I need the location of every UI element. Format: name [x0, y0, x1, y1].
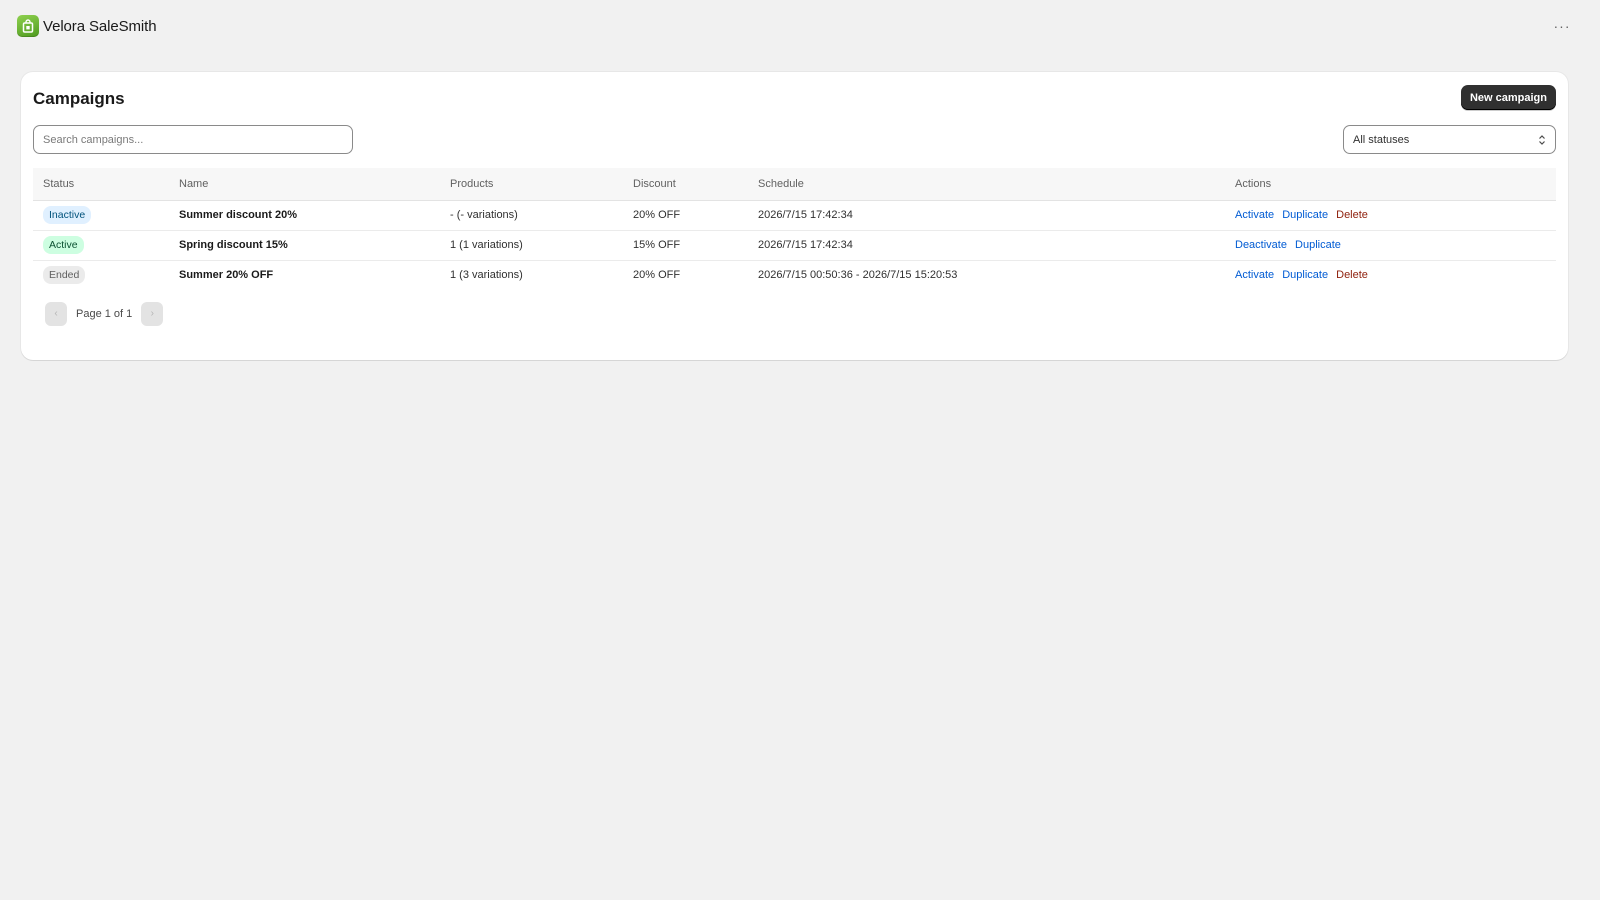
discount-cell: 15% OFF	[623, 230, 748, 261]
top-bar: Velora SaleSmith ···	[0, 0, 1600, 52]
actions-cell: Activate Duplicate Delete	[1225, 260, 1556, 290]
duplicate-link[interactable]: Duplicate	[1295, 239, 1341, 251]
page-title: Campaigns	[33, 89, 125, 108]
table-row: Inactive Summer discount 20% - (- variat…	[33, 200, 1556, 231]
more-horizontal-icon[interactable]: ···	[1550, 16, 1574, 36]
campaign-name: Summer 20% OFF	[179, 269, 274, 282]
campaign-name: Spring discount 15%	[169, 230, 440, 261]
table-header-row: Status Name Products Discount Schedule A…	[33, 168, 1556, 201]
status-filter-value: All statuses	[1353, 133, 1410, 146]
chevron-right-icon[interactable]: ›	[141, 301, 164, 326]
table-row: Active Spring discount 15% 1 (1 variatio…	[33, 230, 1556, 261]
header-status: Status	[33, 168, 169, 201]
header-discount: Discount	[623, 168, 748, 201]
activate-link[interactable]: Activate	[1235, 269, 1274, 281]
header-schedule: Schedule	[748, 168, 1225, 201]
app-title: Velora SaleSmith	[43, 17, 157, 35]
schedule-cell: 2026/7/15 17:42:34	[748, 200, 1225, 231]
discount-cell: 20% OFF	[633, 269, 681, 282]
search-input[interactable]	[33, 125, 353, 154]
campaigns-table: Status Name Products Discount Schedule A…	[33, 168, 1556, 290]
campaigns-card: Campaigns New campaign All statuses Stat…	[21, 72, 1568, 360]
duplicate-link[interactable]: Duplicate	[1282, 269, 1328, 281]
delete-link[interactable]: Delete	[1336, 209, 1368, 221]
status-badge: Active	[43, 236, 84, 254]
schedule-cell: 2026/7/15 00:50:36 - 2026/7/15 15:20:53	[758, 269, 958, 282]
campaign-name: Summer discount 20%	[169, 200, 440, 231]
products-cell: 1 (1 variations)	[440, 230, 623, 261]
discount-cell: 20% OFF	[623, 200, 748, 231]
products-cell: - (- variations)	[440, 200, 623, 231]
table-row: Ended Summer 20% OFF 1 (3 variations) 20…	[33, 260, 1556, 290]
chevron-left-icon[interactable]: ‹	[45, 301, 67, 326]
select-chevron-icon	[1538, 134, 1546, 146]
page-indicator: Page 1 of 1	[76, 307, 133, 320]
status-cell: Inactive	[33, 200, 169, 231]
status-cell: Ended	[33, 260, 169, 290]
status-filter-select[interactable]: All statuses	[1343, 125, 1556, 154]
new-campaign-button[interactable]: New campaign	[1460, 85, 1556, 110]
header-actions: Actions	[1225, 168, 1556, 201]
status-badge: Inactive	[43, 206, 92, 224]
actions-cell: Activate Duplicate Delete	[1225, 200, 1556, 231]
duplicate-link[interactable]: Duplicate	[1282, 209, 1328, 221]
actions-cell: Deactivate Duplicate	[1225, 230, 1556, 261]
products-cell: 1 (3 variations)	[450, 269, 523, 282]
header-name: Name	[169, 168, 440, 201]
deactivate-link[interactable]: Deactivate	[1235, 239, 1287, 251]
delete-link[interactable]: Delete	[1336, 269, 1368, 281]
pagination: ‹ Page 1 of 1 ›	[45, 301, 164, 326]
shopping-bag-icon	[17, 15, 39, 37]
activate-link[interactable]: Activate	[1235, 209, 1274, 221]
header-products: Products	[440, 168, 623, 201]
status-cell: Active	[33, 230, 169, 261]
status-badge: Ended	[43, 266, 86, 285]
schedule-cell: 2026/7/15 17:42:34	[748, 230, 1225, 261]
